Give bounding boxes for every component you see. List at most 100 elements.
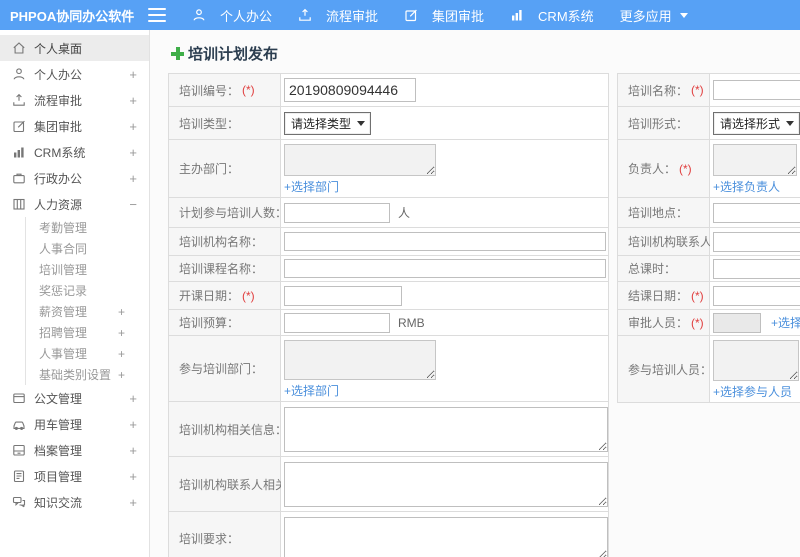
label-text: 开课日期：	[179, 289, 240, 303]
field-cell: +选择部门	[281, 336, 608, 401]
expand-plus-icon[interactable]: +	[118, 368, 125, 382]
expand-plus-icon[interactable]: +	[129, 67, 137, 82]
field-cell: 请选择形式	[710, 107, 800, 139]
sidebar-item-knowledge[interactable]: 知识交流 +	[0, 489, 149, 515]
field-cell	[281, 512, 608, 557]
course-name-input[interactable]	[284, 259, 606, 278]
training-form-select[interactable]: 请选择形式	[713, 111, 800, 135]
sidebar-subitem-rewards[interactable]: 奖惩记录	[39, 280, 149, 301]
field-label: 培训机构联系人相关信息：	[169, 457, 323, 511]
sidebar-item-documents[interactable]: 公文管理 +	[0, 385, 149, 411]
start-date-input[interactable]	[284, 285, 402, 306]
sidebar-subitem-personnel[interactable]: 人事管理 +	[39, 343, 149, 364]
training-no-input[interactable]	[284, 78, 416, 102]
field-label: 主办部门：	[169, 140, 281, 197]
required-mark: (*)	[242, 288, 255, 303]
page-title: 培训计划发布	[188, 46, 279, 63]
expand-plus-icon[interactable]: +	[118, 347, 125, 361]
expand-plus-icon[interactable]: +	[129, 145, 137, 160]
select-value: 请选择类型	[291, 116, 352, 131]
field-cell: +选择负责人	[710, 140, 800, 197]
training-require-textarea[interactable]	[284, 516, 608, 557]
sidebar-item-hr[interactable]: 人力资源 −	[0, 191, 149, 217]
sidebar-subitem-salary[interactable]: 薪资管理 +	[39, 301, 149, 322]
sidebar-item-admin-office[interactable]: 行政办公 +	[0, 165, 149, 191]
org-info-textarea[interactable]	[284, 406, 608, 452]
expand-plus-icon[interactable]: +	[129, 469, 137, 484]
budget-input[interactable]	[284, 312, 390, 333]
training-plan-form: 培训编号：(*) 培训类型： 请选择类型 主办部门： +选择部门 计划参与培训人…	[168, 73, 800, 557]
expand-plus-icon[interactable]: +	[129, 93, 137, 108]
nav-crm-system[interactable]: CRM系统	[510, 6, 594, 25]
nav-workflow-approval[interactable]: 流程审批	[298, 6, 378, 25]
total-hours-input[interactable]	[713, 258, 800, 279]
sidebar-item-personal-office[interactable]: 个人办公 +	[0, 61, 149, 87]
org-contact-info-textarea[interactable]	[284, 461, 608, 507]
select-leader-link[interactable]: +选择负责人	[713, 178, 780, 195]
training-type-select[interactable]: 请选择类型	[284, 111, 372, 135]
required-mark: (*)	[679, 161, 692, 176]
sidebar-subitem-recruit[interactable]: 招聘管理 +	[39, 322, 149, 343]
sidebar-item-label: CRM系统	[34, 145, 86, 160]
caret-down-icon	[357, 120, 366, 126]
upload-icon	[298, 8, 312, 22]
sidebar-subitem-training[interactable]: 培训管理	[39, 259, 149, 280]
form-row-start-date: 开课日期： (*)	[169, 282, 608, 310]
training-name-input[interactable]	[713, 80, 800, 100]
add-plus-icon	[171, 47, 184, 60]
expand-plus-icon[interactable]: +	[129, 495, 137, 510]
top-menu: 个人办公 流程审批 集团审批 CRM系统 更多应用	[192, 6, 714, 25]
expand-plus-icon[interactable]: +	[129, 391, 137, 406]
sidebar-item-crm-system[interactable]: CRM系统 +	[0, 139, 149, 165]
join-dept-box[interactable]	[284, 340, 436, 380]
expand-plus-icon[interactable]: +	[129, 417, 137, 432]
expand-plus-icon[interactable]: +	[118, 326, 125, 340]
expand-plus-icon[interactable]: +	[118, 305, 125, 319]
expand-plus-icon[interactable]: +	[129, 443, 137, 458]
end-date-input[interactable]	[713, 285, 800, 306]
expand-plus-icon[interactable]: +	[129, 119, 137, 134]
training-place-input[interactable]	[713, 202, 800, 223]
sidebar-subitem-hr-contract[interactable]: 人事合同	[39, 238, 149, 259]
caret-down-icon	[786, 120, 795, 126]
form-row-planned-count: 计划参与培训人数：(*) 人	[169, 198, 608, 228]
field-cell	[710, 74, 800, 106]
sidebar-subitem-base-category[interactable]: 基础类别设置 +	[39, 364, 149, 385]
sidebar-item-vehicle[interactable]: 用车管理 +	[0, 411, 149, 437]
nav-personal-office[interactable]: 个人办公	[192, 6, 272, 25]
host-dept-box[interactable]	[284, 144, 436, 176]
sidebar-item-workflow-approval[interactable]: 流程审批 +	[0, 87, 149, 113]
sidebar-item-archives[interactable]: 档案管理 +	[0, 437, 149, 463]
nav-more-apps[interactable]: 更多应用	[620, 6, 688, 25]
leader-box[interactable]	[713, 144, 797, 176]
select-dept-link[interactable]: +选择部门	[284, 382, 339, 399]
select-participants-link[interactable]: +选择参与人员	[713, 383, 792, 400]
expand-plus-icon[interactable]: +	[129, 171, 137, 186]
form-row-training-type: 培训类型： 请选择类型	[169, 107, 608, 140]
menu-toggle-icon[interactable]	[148, 8, 166, 22]
sidebar-item-personal-desktop[interactable]: 个人桌面	[0, 35, 149, 61]
select-approver-link[interactable]: +选择审批人员	[771, 314, 800, 331]
collapse-minus-icon[interactable]: −	[129, 197, 137, 212]
participants-box[interactable]	[713, 340, 799, 381]
label-text: 培训形式：	[628, 116, 689, 131]
field-label: 培训机构联系人：	[618, 228, 724, 255]
sidebar-item-group-approval[interactable]: 集团审批 +	[0, 113, 149, 139]
org-contact-input[interactable]	[713, 231, 800, 252]
approver-input[interactable]	[713, 312, 761, 333]
org-name-input[interactable]	[284, 232, 606, 251]
field-cell: +选择审批人员	[710, 310, 800, 335]
user-icon	[192, 8, 206, 22]
field-label: 结课日期： (*)	[618, 282, 710, 309]
field-cell	[710, 282, 800, 309]
form-row-training-no: 培训编号： (*)	[169, 74, 608, 107]
sidebar-item-label: 个人办公	[34, 67, 83, 82]
sidebar-subitem-label: 基础类别设置	[39, 368, 112, 382]
planned-count-input[interactable]	[284, 202, 390, 223]
field-label: 培训形式：	[618, 107, 710, 139]
sidebar-item-projects[interactable]: 项目管理 +	[0, 463, 149, 489]
sidebar-subitem-attendance[interactable]: 考勤管理	[39, 217, 149, 238]
field-label: 培训预算：	[169, 310, 281, 335]
nav-group-approval[interactable]: 集团审批	[404, 6, 484, 25]
select-dept-link[interactable]: +选择部门	[284, 178, 339, 195]
